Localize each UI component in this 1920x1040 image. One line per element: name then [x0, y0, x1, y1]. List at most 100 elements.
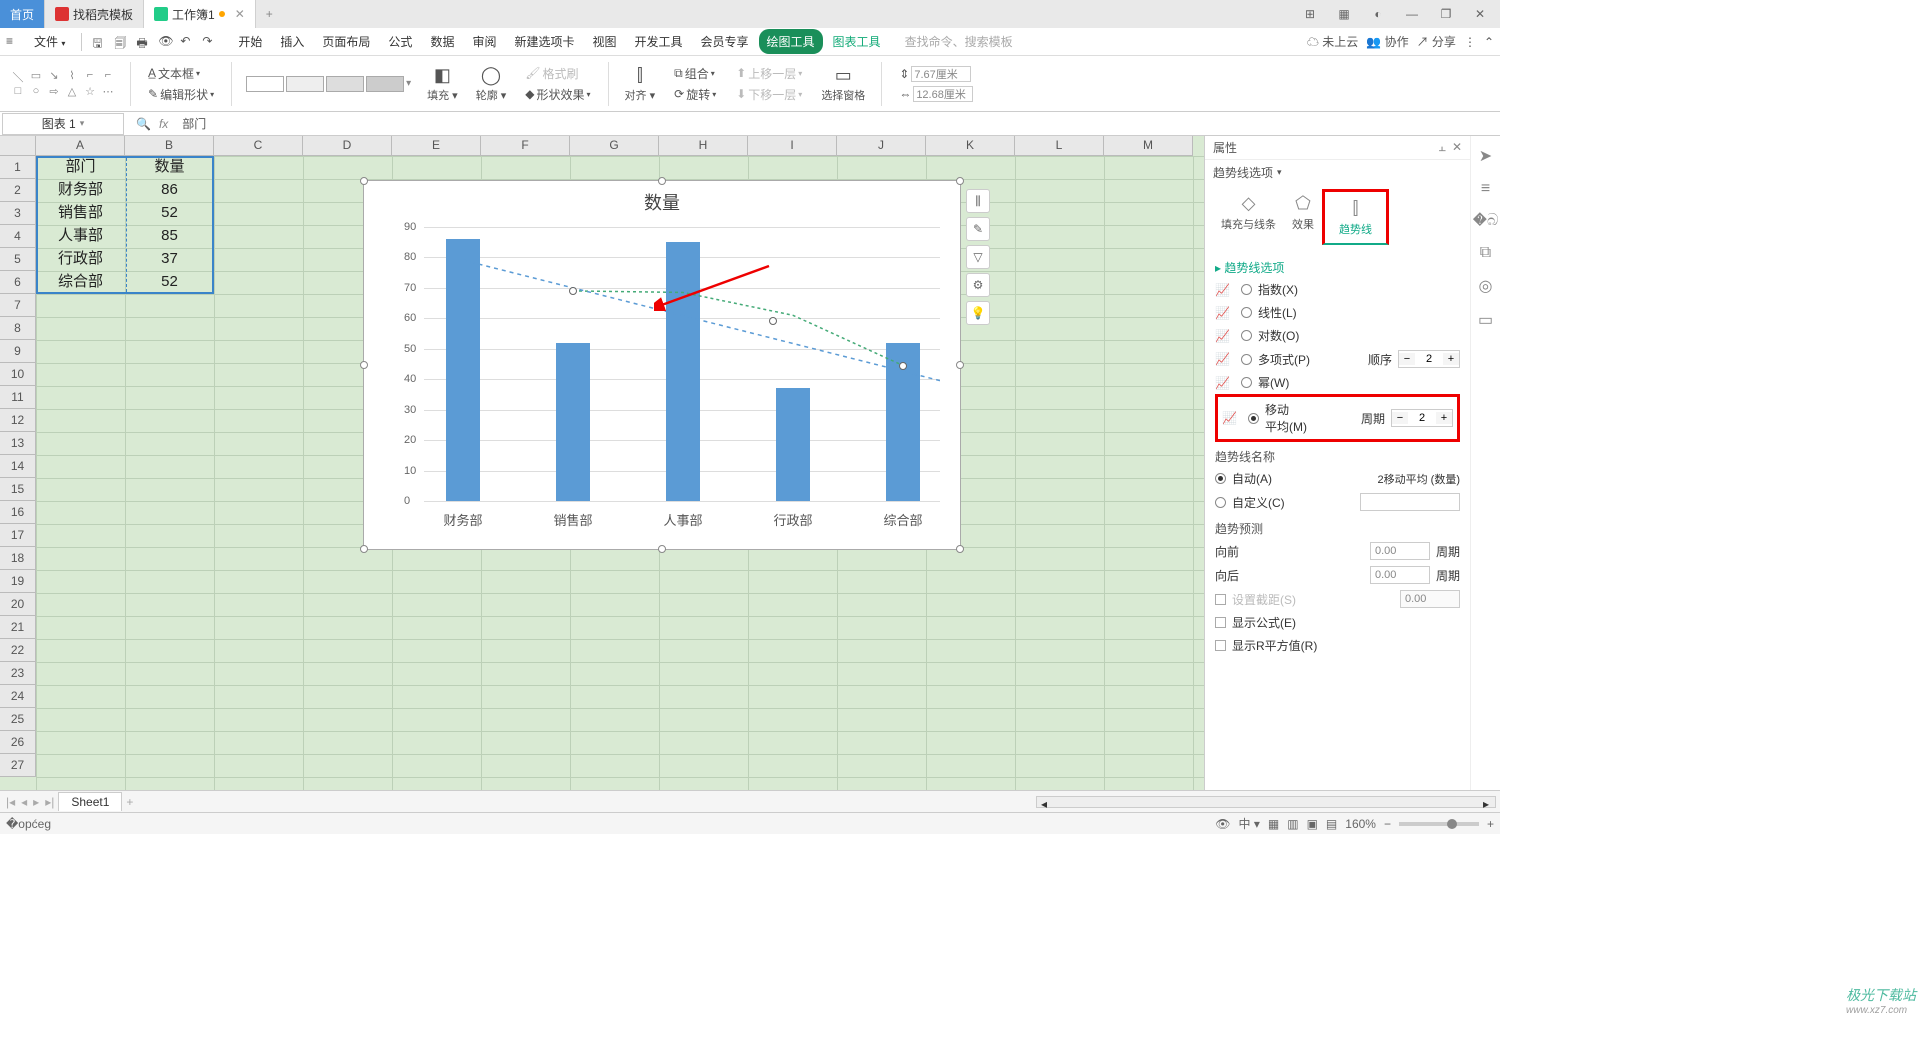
- tab-view[interactable]: 视图: [584, 29, 624, 54]
- opt-power[interactable]: 📈幂(W): [1215, 371, 1460, 394]
- sheet-nav-prev[interactable]: ◂: [19, 795, 29, 809]
- formula-input[interactable]: 部门: [178, 115, 1500, 132]
- row-header[interactable]: 6: [0, 271, 35, 294]
- view-normal-icon[interactable]: ▦: [1268, 817, 1279, 831]
- chart-plot-area[interactable]: 0102030405060708090财务部销售部人事部行政部综合部: [396, 227, 940, 501]
- name-box[interactable]: 图表 1▾: [2, 113, 124, 135]
- opt-polynomial[interactable]: 📈多项式(P) 顺序 −+: [1215, 347, 1460, 371]
- spreadsheet[interactable]: ABCDEFGHIJKLM 12345678910111213141516171…: [0, 136, 1204, 790]
- ptab-trendline[interactable]: ⫿趋势线: [1322, 189, 1389, 245]
- show-equation[interactable]: 显示公式(E): [1215, 611, 1460, 634]
- row-header[interactable]: 5: [0, 248, 35, 271]
- shape-effect-button[interactable]: ◆ 形状效果 ▾: [522, 85, 593, 104]
- row-header[interactable]: 24: [0, 685, 35, 708]
- maximize-button[interactable]: ❐: [1434, 7, 1458, 21]
- row-header[interactable]: 17: [0, 524, 35, 547]
- tab-data[interactable]: 数据: [422, 29, 462, 54]
- edit-shape-button[interactable]: ✎ 编辑形状 ▾: [145, 85, 217, 104]
- style-gallery[interactable]: ▾: [242, 76, 415, 92]
- name-auto[interactable]: 自动(A)2移动平均 (数量): [1215, 467, 1460, 490]
- sheet-nav-last[interactable]: ▸|: [43, 795, 56, 809]
- fx-icon[interactable]: fx: [159, 117, 168, 131]
- row-header[interactable]: 4: [0, 225, 35, 248]
- row-header[interactable]: 13: [0, 432, 35, 455]
- col-header[interactable]: D: [303, 136, 392, 155]
- width-field[interactable]: ⇔: [896, 85, 976, 103]
- add-tab-button[interactable]: +: [256, 7, 283, 21]
- row-header[interactable]: 15: [0, 478, 35, 501]
- tab-template[interactable]: 找稻壳模板: [45, 0, 144, 28]
- chart-title[interactable]: 数量: [364, 181, 960, 223]
- h-scrollbar[interactable]: ◂▸: [1036, 796, 1496, 808]
- col-header[interactable]: H: [659, 136, 748, 155]
- fill-button[interactable]: ◧填充 ▾: [421, 63, 464, 105]
- sheet-tab-1[interactable]: Sheet1: [58, 792, 122, 811]
- col-header[interactable]: M: [1104, 136, 1193, 155]
- row-header[interactable]: 8: [0, 317, 35, 340]
- select-tool-icon[interactable]: ➤: [1479, 146, 1492, 166]
- close-tab-icon[interactable]: ✕: [235, 7, 245, 21]
- tab-insert[interactable]: 插入: [272, 29, 312, 54]
- add-sheet-button[interactable]: +: [124, 795, 135, 809]
- more-strip-icon[interactable]: ▭: [1478, 310, 1493, 330]
- command-search[interactable]: 查找命令、搜索模板: [905, 33, 1013, 50]
- panel-subtitle[interactable]: 趋势线选项: [1213, 164, 1273, 181]
- period-stepper[interactable]: −+: [1391, 409, 1453, 427]
- col-header[interactable]: A: [36, 136, 125, 155]
- tab-home[interactable]: 首页: [0, 0, 45, 28]
- row-header[interactable]: 27: [0, 754, 35, 777]
- textbox-button[interactable]: A̲ 文本框 ▾: [145, 64, 217, 83]
- row-header[interactable]: 9: [0, 340, 35, 363]
- row-header[interactable]: 12: [0, 409, 35, 432]
- style-strip-icon[interactable]: �බ: [1473, 212, 1499, 230]
- row-header[interactable]: 10: [0, 363, 35, 386]
- outline-button[interactable]: ◯轮廓 ▾: [470, 63, 513, 105]
- collapse-ribbon-icon[interactable]: ⌃: [1484, 35, 1494, 49]
- undo-icon[interactable]: ↶: [180, 34, 196, 50]
- cell[interactable]: 行政部: [36, 248, 125, 271]
- row-header[interactable]: 19: [0, 570, 35, 593]
- row-header[interactable]: 3: [0, 202, 35, 225]
- col-header[interactable]: B: [125, 136, 214, 155]
- col-header[interactable]: C: [214, 136, 303, 155]
- cell[interactable]: 人事部: [36, 225, 125, 248]
- chart-elements-button[interactable]: ⫼: [966, 189, 990, 213]
- chart-style-button[interactable]: ✎: [966, 217, 990, 241]
- row-header[interactable]: 16: [0, 501, 35, 524]
- col-header[interactable]: I: [748, 136, 837, 155]
- tab-formula[interactable]: 公式: [380, 29, 420, 54]
- opt-exponential[interactable]: 📈指数(X): [1215, 278, 1460, 301]
- cell[interactable]: 销售部: [36, 202, 125, 225]
- close-button[interactable]: ✕: [1468, 7, 1492, 21]
- chart-bar[interactable]: [556, 343, 590, 501]
- col-header[interactable]: K: [926, 136, 1015, 155]
- zoom-out-button[interactable]: −: [1384, 817, 1391, 831]
- pin-icon[interactable]: ⫠: [1439, 140, 1446, 155]
- view-page-icon[interactable]: ▥: [1287, 817, 1298, 831]
- chart-tips-button[interactable]: 💡: [966, 301, 990, 325]
- cell[interactable]: 37: [125, 248, 214, 271]
- chart-filter-button[interactable]: ▽: [966, 245, 990, 269]
- ptab-fill[interactable]: ◇填充与线条: [1213, 189, 1284, 245]
- cell[interactable]: 财务部: [36, 179, 125, 202]
- view-break-icon[interactable]: ▣: [1307, 817, 1318, 831]
- file-menu[interactable]: 文件 ▾: [28, 31, 71, 52]
- chart-bar[interactable]: [776, 388, 810, 501]
- trend-options-header[interactable]: ▸ 趋势线选项: [1215, 253, 1460, 278]
- tab-layout[interactable]: 页面布局: [314, 29, 378, 54]
- sheet-nav-next[interactable]: ▸: [31, 795, 41, 809]
- custom-name-input[interactable]: [1360, 493, 1460, 511]
- row-header[interactable]: 23: [0, 662, 35, 685]
- show-r2[interactable]: 显示R平方值(R): [1215, 634, 1460, 657]
- minimize-button[interactable]: —: [1400, 7, 1424, 21]
- select-all-corner[interactable]: [0, 136, 36, 156]
- cn-icon[interactable]: 中 ▾: [1239, 815, 1260, 832]
- object-strip-icon[interactable]: ◎: [1479, 276, 1493, 296]
- opt-logarithmic[interactable]: 📈对数(O): [1215, 324, 1460, 347]
- tab-vip[interactable]: 会员专享: [693, 29, 757, 54]
- row-header[interactable]: 11: [0, 386, 35, 409]
- layout-icon[interactable]: ⊞: [1298, 7, 1322, 21]
- export-icon[interactable]: 🗐: [114, 34, 130, 50]
- group-button[interactable]: ⧉ 组合 ▾: [671, 64, 719, 83]
- col-header[interactable]: G: [570, 136, 659, 155]
